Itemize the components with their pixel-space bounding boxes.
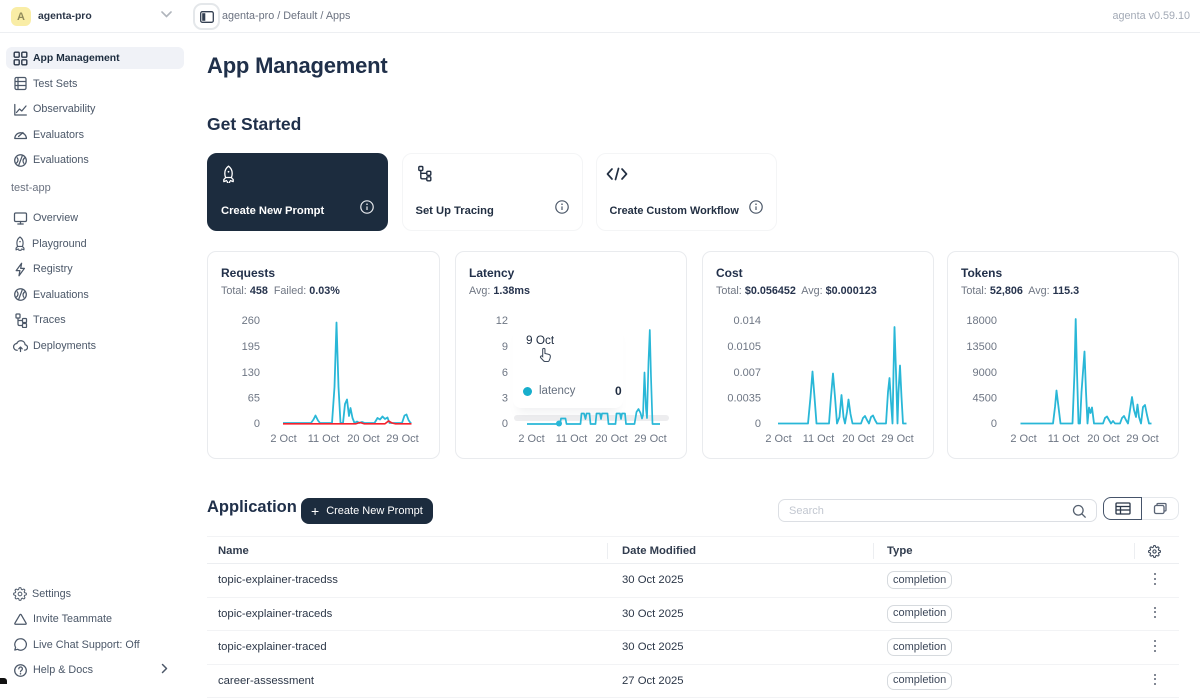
svg-text:12: 12 [496, 315, 508, 327]
svg-text:0: 0 [254, 418, 260, 430]
svg-text:20 Oct: 20 Oct [1087, 433, 1119, 445]
svg-text:0.0035: 0.0035 [727, 393, 761, 405]
svg-text:0: 0 [991, 418, 997, 430]
svg-text:2 Oct: 2 Oct [765, 433, 791, 445]
svg-text:195: 195 [242, 341, 260, 353]
svg-text:9000: 9000 [973, 367, 997, 379]
svg-text:29 Oct: 29 Oct [386, 433, 418, 445]
svg-text:11 Oct: 11 Oct [556, 433, 588, 445]
svg-text:2 Oct: 2 Oct [518, 433, 544, 445]
svg-text:9: 9 [502, 341, 508, 353]
svg-text:29 Oct: 29 Oct [1126, 433, 1158, 445]
svg-text:18000: 18000 [966, 315, 997, 327]
svg-text:0.007: 0.007 [733, 367, 761, 379]
svg-text:20 Oct: 20 Oct [347, 433, 379, 445]
svg-text:20 Oct: 20 Oct [595, 433, 627, 445]
svg-text:11 Oct: 11 Oct [1048, 433, 1080, 445]
svg-text:130: 130 [242, 367, 260, 379]
svg-text:3: 3 [502, 393, 508, 405]
svg-text:0: 0 [755, 418, 761, 430]
svg-text:11 Oct: 11 Oct [803, 433, 835, 445]
svg-text:2 Oct: 2 Oct [1010, 433, 1036, 445]
svg-text:2 Oct: 2 Oct [270, 433, 296, 445]
svg-text:260: 260 [242, 315, 260, 327]
svg-text:29 Oct: 29 Oct [634, 433, 666, 445]
svg-text:11 Oct: 11 Oct [308, 433, 340, 445]
svg-text:20 Oct: 20 Oct [842, 433, 874, 445]
svg-text:6: 6 [502, 367, 508, 379]
svg-text:0: 0 [502, 418, 508, 430]
svg-text:29 Oct: 29 Oct [881, 433, 913, 445]
svg-text:0.0105: 0.0105 [727, 341, 761, 353]
svg-text:4500: 4500 [973, 393, 997, 405]
svg-text:0.014: 0.014 [733, 315, 761, 327]
svg-text:13500: 13500 [966, 341, 997, 353]
svg-text:65: 65 [248, 393, 260, 405]
